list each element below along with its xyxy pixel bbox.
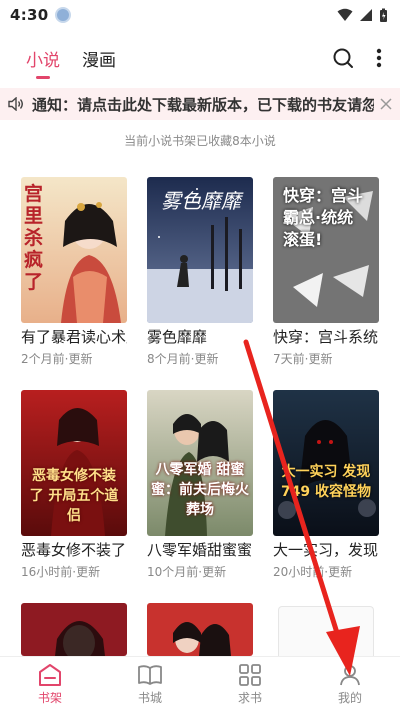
signal-icon (360, 9, 372, 21)
cover-title-text: 恶毒女修不装了 开局五个道侣 (29, 468, 119, 524)
book-cover[interactable] (147, 603, 253, 656)
book-cover[interactable]: 八零军婚 甜蜜蜜：前夫后悔火葬场 (147, 390, 253, 536)
wifi-icon (337, 8, 353, 21)
nav-label: 书城 (137, 690, 162, 705)
book-cover[interactable]: 大一实习 发现749 收容怪物 (273, 390, 379, 536)
speaker-icon (8, 97, 23, 111)
add-book-card[interactable] (278, 606, 374, 656)
tab-comic[interactable]: 漫画 (82, 46, 116, 71)
cover-title-text: 大一实习 发现749 收容怪物 (280, 464, 372, 500)
book-title[interactable]: 恶毒女修不装了 (21, 540, 127, 560)
book-update-time: 10个月前·更新 (147, 565, 227, 579)
nav-label: 我的 (337, 690, 362, 705)
status-indicators (337, 8, 388, 23)
tab-novel[interactable]: 小说 (26, 46, 60, 79)
status-time: 4:30 (10, 6, 49, 24)
book-title[interactable]: 快穿：宫斗系统 (273, 327, 379, 347)
shelf-count-caption: 当前小说书架已收藏8本小说 (124, 134, 276, 148)
battery-icon (380, 8, 387, 22)
nav-request-book[interactable]: 求书 (200, 657, 300, 711)
bookshelf-icon (39, 663, 61, 686)
book-update-time: 2个月前·更新 (21, 352, 93, 366)
add-book-placeholder[interactable] (278, 606, 384, 656)
book-cover[interactable] (21, 603, 127, 656)
book-title[interactable]: 雾色靡靡 (147, 327, 253, 347)
book-item[interactable]: 宫里杀疯了 有了暴君读心术后 2个月前·更新 (21, 177, 127, 367)
nav-label: 书架 (37, 690, 62, 705)
book-item[interactable] (21, 603, 127, 656)
person-icon (340, 664, 360, 685)
notice-bar[interactable]: 通知：请点击此处下载最新版本，已下载的书友请忽略 (0, 88, 400, 120)
book-open-icon (138, 664, 162, 685)
top-tab-bar: 小说 漫画 (0, 36, 400, 80)
search-icon[interactable] (332, 47, 354, 69)
cover-title-text: 宫里杀疯了 (24, 183, 44, 293)
book-item[interactable]: 快穿：宫斗霸总·统统滚蛋! 快穿：宫斗系统 7天前·更新 (273, 177, 379, 367)
book-title[interactable]: 大一实习，发现749 (273, 540, 379, 560)
nav-profile[interactable]: 我的 (300, 657, 400, 711)
top-actions (332, 47, 382, 69)
cover-title-text: 八零军婚 甜蜜蜜：前夫后悔火葬场 (151, 462, 249, 518)
status-bar: 4:30 (0, 0, 400, 30)
book-cover[interactable]: 雾色靡靡 (147, 177, 253, 323)
notice-text[interactable]: 通知：请点击此处下载最新版本，已下载的书友请忽略 (32, 94, 374, 115)
book-item[interactable] (147, 603, 253, 656)
book-title[interactable]: 八零军婚甜蜜蜜 (147, 540, 253, 560)
app-notification-icon (54, 7, 71, 23)
nav-bookshelf[interactable]: 书架 (0, 657, 100, 711)
grid-icon (239, 663, 261, 686)
book-item[interactable]: 恶毒女修不装了 开局五个道侣 恶毒女修不装了 16小时前·更新 (21, 390, 127, 580)
nav-label: 求书 (237, 690, 262, 705)
more-vertical-icon[interactable] (376, 48, 382, 68)
book-cover[interactable]: 宫里杀疯了 (21, 177, 127, 323)
book-item[interactable]: 八零军婚 甜蜜蜜：前夫后悔火葬场 八零军婚甜蜜蜜 10个月前·更新 (147, 390, 253, 580)
cover-title-text: 雾色靡靡 (161, 189, 241, 213)
close-icon[interactable] (380, 98, 392, 110)
book-update-time: 7天前·更新 (273, 352, 333, 366)
book-item[interactable]: 雾色靡靡 雾色靡靡 8个月前·更新 (147, 177, 253, 367)
book-item[interactable]: 大一实习 发现749 收容怪物 大一实习，发现749 20小时前·更新 (273, 390, 379, 580)
book-cover[interactable]: 快穿：宫斗霸总·统统滚蛋! (273, 177, 379, 323)
nav-bookstore[interactable]: 书城 (100, 657, 200, 711)
book-update-time: 8个月前·更新 (147, 352, 219, 366)
book-title[interactable]: 有了暴君读心术后 (21, 327, 127, 347)
book-cover[interactable]: 恶毒女修不装了 开局五个道侣 (21, 390, 127, 536)
cover-title-text: 快穿：宫斗霸总·统统滚蛋! (283, 186, 364, 249)
bottom-nav: 书架 书城 求书 我的 (0, 656, 400, 711)
book-update-time: 20小时前·更新 (273, 565, 353, 579)
book-update-time: 16小时前·更新 (21, 565, 101, 579)
